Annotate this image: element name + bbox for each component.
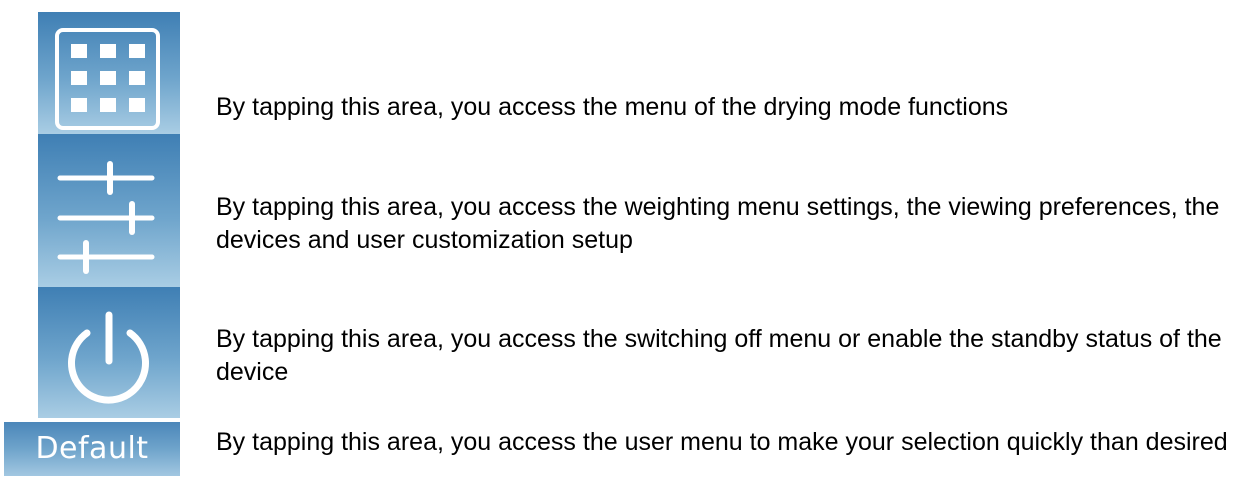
power-description: By tapping this area, you access the swi… bbox=[216, 325, 1222, 386]
sliders-icon bbox=[57, 161, 155, 274]
grid-icon bbox=[55, 28, 160, 130]
drying-modes-description: By tapping this area, you access the men… bbox=[216, 93, 1009, 121]
user-menu-button[interactable]: Default bbox=[4, 422, 180, 476]
user-menu-description: By tapping this area, you access the use… bbox=[216, 428, 1228, 456]
drying-modes-button[interactable] bbox=[38, 12, 180, 134]
settings-button[interactable] bbox=[38, 134, 180, 287]
settings-description: By tapping this area, you access the wei… bbox=[216, 193, 1220, 254]
power-button[interactable] bbox=[38, 287, 180, 418]
power-icon bbox=[68, 311, 149, 404]
